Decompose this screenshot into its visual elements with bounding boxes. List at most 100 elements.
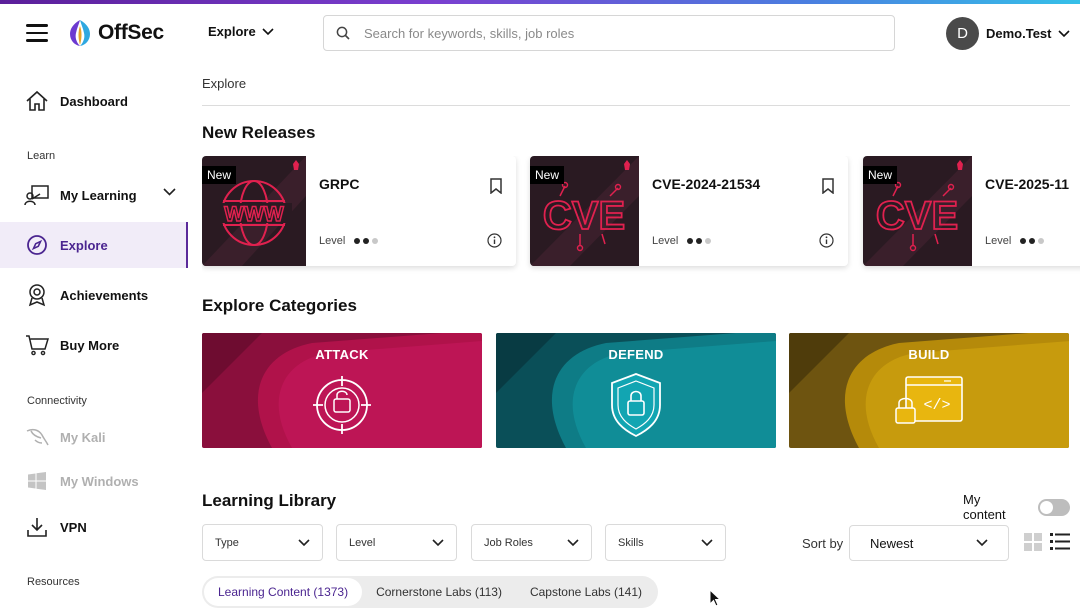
sidebar-section-resources: Resources [27,576,80,588]
sidebar-item-my-learning[interactable]: My Learning [0,172,188,218]
sort-by-label: Sort by [802,536,844,551]
my-content-label: My content [963,492,1006,522]
release-thumbnail: WWW New [202,156,306,266]
explore-dropdown-label: Explore [208,24,256,39]
category-label: DEFEND [608,347,664,362]
download-icon [27,518,47,537]
release-thumbnail: CVE New [530,156,639,266]
sort-select[interactable]: Newest [849,525,1009,561]
sidebar-item-label: Dashboard [60,93,128,109]
breadcrumb[interactable]: Explore [202,76,246,91]
level-indicator: Level [985,235,1045,247]
sidebar-item-achievements[interactable]: Achievements [0,272,188,318]
filter-skills[interactable]: Skills [605,524,726,561]
mouse-cursor-icon [709,589,721,607]
filter-level[interactable]: Level [336,524,457,561]
my-content-toggle[interactable] [1037,498,1070,516]
sidebar-item-dashboard[interactable]: Dashboard [0,78,188,124]
tab-learning-content[interactable]: Learning Content (1373) [204,578,363,606]
release-title: CVE-2024-21534 [652,176,761,192]
chevron-down-icon [567,538,579,546]
sidebar-item-vpn[interactable]: VPN [0,504,188,550]
award-icon [28,284,46,307]
learning-icon [24,185,49,206]
chevron-down-icon[interactable] [163,188,176,196]
category-card-defend[interactable]: DEFEND [496,333,776,448]
svg-text:</>: </> [923,397,950,414]
level-label: Level [652,235,679,247]
sidebar-section-connectivity: Connectivity [27,395,87,407]
sidebar-item-label: Achievements [60,287,149,303]
search-input[interactable] [364,25,864,41]
tab-capstone-labs[interactable]: Capstone Labs (141) [516,578,656,606]
chevron-down-icon [701,538,713,546]
offsec-logo[interactable]: OffSec [66,18,164,48]
thumb-text: CVE [543,194,625,238]
new-releases-carousel: WWW New GRPC Level CVE New CVE-2024-2153… [202,156,1080,280]
level-indicator: Level [319,235,379,247]
user-name: Demo.Test [986,26,1052,41]
sidebar-section-learn: Learn [27,150,56,162]
home-icon [26,90,48,111]
sidebar-item-my-kali[interactable]: My Kali [0,414,188,460]
sidebar-item-label: My Windows [60,473,139,489]
bookmark-icon[interactable] [490,178,502,194]
learning-library-title: Learning Library [202,491,337,510]
info-icon[interactable] [819,233,834,248]
new-badge: New [863,166,898,184]
sort-value: Newest [870,535,914,551]
sidebar-item-label: Buy More [60,337,120,353]
filter-job-roles[interactable]: Job Roles [471,524,592,561]
chevron-down-icon [432,538,444,546]
search-box[interactable] [323,15,895,51]
search-icon [336,26,350,40]
category-label: ATTACK [315,347,369,362]
sidebar-item-my-windows[interactable]: My Windows [0,458,188,504]
sidebar-item-label: My Kali [60,429,106,445]
sidebar-item-explore[interactable]: Explore [0,222,188,268]
avatar: D [946,17,979,50]
explore-dropdown[interactable]: Explore [208,24,274,39]
sidebar-item-label: My Learning [60,187,137,203]
category-card-attack[interactable]: ATTACK [202,333,482,448]
release-card[interactable]: WWW New GRPC Level [202,156,516,266]
list-view-icon[interactable] [1050,533,1070,550]
chevron-down-icon [298,538,310,546]
category-label: BUILD [908,347,950,362]
sidebar-item-label: Explore [60,237,108,253]
hamburger-menu-icon[interactable] [26,24,48,42]
filter-label: Level [349,536,376,549]
release-card[interactable]: CVE New CVE-2025-11 Level [863,156,1080,266]
filter-label: Skills [618,536,644,549]
release-card[interactable]: CVE New CVE-2024-21534 Level [530,156,848,266]
sidebar: Dashboard Learn My Learning Explore Achi… [0,62,188,608]
release-thumbnail: CVE New [863,156,972,266]
filter-label: Job Roles [484,536,533,549]
release-title: GRPC [319,176,360,192]
sidebar-item-label: VPN [60,519,87,535]
header: OffSec Explore D Demo.Test [0,4,1080,62]
chevron-down-icon [976,539,988,547]
new-badge: New [530,166,565,184]
thumb-text: WWW [224,203,284,226]
tab-cornerstone-labs[interactable]: Cornerstone Labs (113) [362,578,516,606]
windows-icon [28,472,46,490]
compass-icon [27,235,47,255]
new-releases-title: New Releases [202,123,316,142]
library-tabs: Learning Content (1373) Cornerstone Labs… [202,576,659,608]
offsec-logo-icon [70,20,90,46]
cart-icon [26,335,49,356]
chevron-down-icon [262,27,274,35]
category-card-build[interactable]: </> BUILD [789,333,1069,448]
user-menu[interactable]: D Demo.Test [946,17,1070,50]
logo-text: OffSec [98,21,164,44]
info-icon[interactable] [487,233,502,248]
new-badge: New [202,166,237,184]
release-title: CVE-2025-11 [985,176,1070,192]
filter-type[interactable]: Type [202,524,323,561]
chevron-down-icon [1057,29,1070,37]
sidebar-item-buy-more[interactable]: Buy More [0,322,188,368]
divider [202,105,1070,106]
bookmark-icon[interactable] [822,178,834,194]
grid-view-icon[interactable] [1024,533,1042,551]
